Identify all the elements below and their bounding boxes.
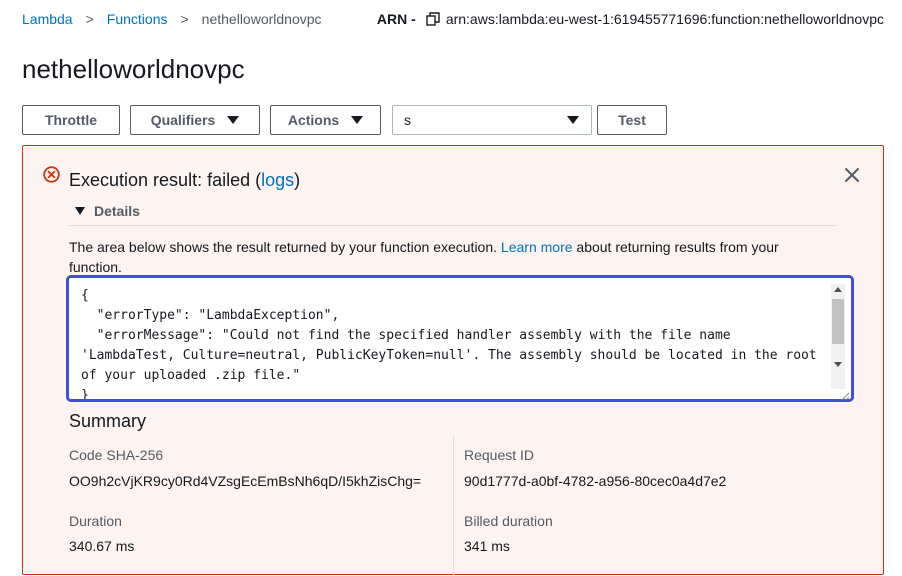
breadcrumb: Lambda > Functions > nethelloworldnovpc: [22, 9, 322, 29]
function-arn: ARN - arn:aws:lambda:eu-west-1:619455771…: [377, 9, 884, 29]
result-json[interactable]: { "errorType": "LambdaException", "error…: [69, 278, 831, 399]
result-code-box[interactable]: { "errorType": "LambdaException", "error…: [66, 275, 854, 402]
result-description: The area below shows the result returned…: [69, 237, 809, 277]
caret-down-icon: [351, 116, 364, 124]
description-prefix: The area below shows the result returned…: [69, 239, 501, 255]
code-scrollbar[interactable]: [831, 284, 845, 389]
caret-down-icon: [75, 207, 85, 215]
breadcrumb-current: nethelloworldnovpc: [201, 11, 322, 27]
alert-title: Execution result: failed (logs): [69, 170, 300, 191]
divider: [69, 225, 836, 226]
test-event-select[interactable]: s: [392, 105, 592, 135]
billed-duration-label: Billed duration: [464, 513, 553, 529]
code-sha-label: Code SHA-256: [69, 447, 164, 463]
throttle-button-label: Throttle: [44, 112, 98, 128]
logs-link[interactable]: logs: [261, 170, 294, 190]
alert-title-suffix: ): [294, 170, 301, 190]
scroll-up-arrow-icon[interactable]: [834, 287, 842, 292]
duration-value: 340.67 ms: [69, 538, 135, 554]
details-toggle[interactable]: Details: [75, 203, 140, 219]
qualifiers-button[interactable]: Qualifiers: [130, 105, 260, 135]
test-button-label: Test: [618, 112, 646, 128]
request-id-label: Request ID: [464, 447, 535, 463]
caret-down-icon: [567, 116, 579, 124]
error-icon: [43, 166, 60, 183]
scroll-down-arrow-icon[interactable]: [834, 362, 842, 367]
copy-icon[interactable]: [426, 12, 440, 26]
resize-grip-icon[interactable]: [840, 388, 850, 401]
billed-duration-value: 341 ms: [464, 538, 510, 554]
test-button[interactable]: Test: [597, 105, 667, 135]
summary-title: Summary: [69, 411, 147, 431]
learn-more-link[interactable]: Learn more: [501, 239, 573, 255]
chevron-right-icon: >: [85, 11, 94, 27]
request-id-value: 90d1777d-a0bf-4782-a956-80cec0a4d7e2: [464, 473, 727, 489]
arn-value: arn:aws:lambda:eu-west-1:619455771696:fu…: [445, 11, 884, 27]
actions-button[interactable]: Actions: [270, 105, 381, 135]
arn-label: ARN -: [376, 11, 416, 27]
page-title: nethelloworldnovpc: [22, 54, 245, 84]
close-icon[interactable]: [843, 166, 861, 184]
caret-down-icon: [227, 116, 240, 124]
code-sha-value: OO9h2cVjKR9cy0Rd4VZsgEcEmBsNh6qD/I5khZis…: [69, 473, 422, 489]
actions-button-label: Actions: [287, 112, 340, 128]
duration-label: Duration: [69, 513, 122, 529]
execution-result-alert: Execution result: failed (logs) Details …: [22, 145, 884, 576]
throttle-button[interactable]: Throttle: [22, 105, 120, 135]
summary-divider: [453, 436, 454, 576]
alert-title-prefix: Execution result: failed (: [69, 170, 262, 190]
chevron-right-icon: >: [180, 11, 189, 27]
qualifiers-button-label: Qualifiers: [150, 112, 216, 128]
breadcrumb-functions-link[interactable]: Functions: [107, 11, 168, 27]
test-event-selected: s: [404, 112, 411, 128]
details-label: Details: [94, 203, 140, 219]
breadcrumb-lambda-link[interactable]: Lambda: [22, 11, 73, 27]
scroll-thumb[interactable]: [832, 299, 844, 344]
